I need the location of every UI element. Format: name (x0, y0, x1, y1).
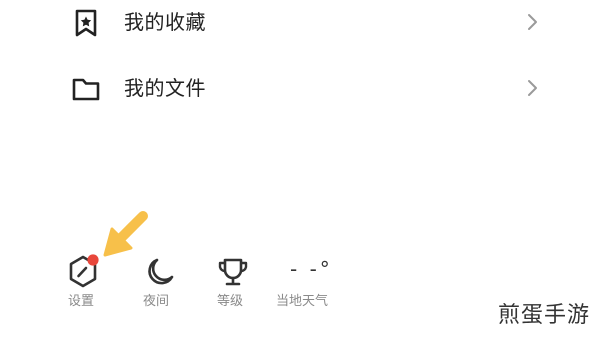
menu-label-files: 我的文件 (124, 76, 206, 100)
folder-icon (72, 78, 100, 101)
menu-row-files[interactable]: 我的文件 (0, 72, 600, 132)
chevron-right-icon (528, 14, 537, 30)
trophy-icon (218, 258, 248, 286)
chevron-right-icon (528, 80, 537, 96)
annotation-arrow-icon (103, 211, 148, 257)
weather-value: - -° (290, 257, 333, 281)
settings-label: 设置 (68, 294, 95, 309)
watermark-text: 煎蛋手游 (497, 303, 590, 328)
night-mode-label: 夜间 (143, 294, 170, 309)
menu-row-favorites[interactable]: 我的收藏 (0, 6, 600, 66)
weather-button[interactable]: - -° 当地天气 (276, 250, 346, 320)
level-button[interactable]: 等级 (213, 250, 283, 320)
level-label: 等级 (217, 294, 244, 309)
bookmark-star-icon (75, 9, 97, 37)
menu-label-favorites: 我的收藏 (124, 10, 206, 34)
weather-label: 当地天气 (276, 294, 329, 309)
